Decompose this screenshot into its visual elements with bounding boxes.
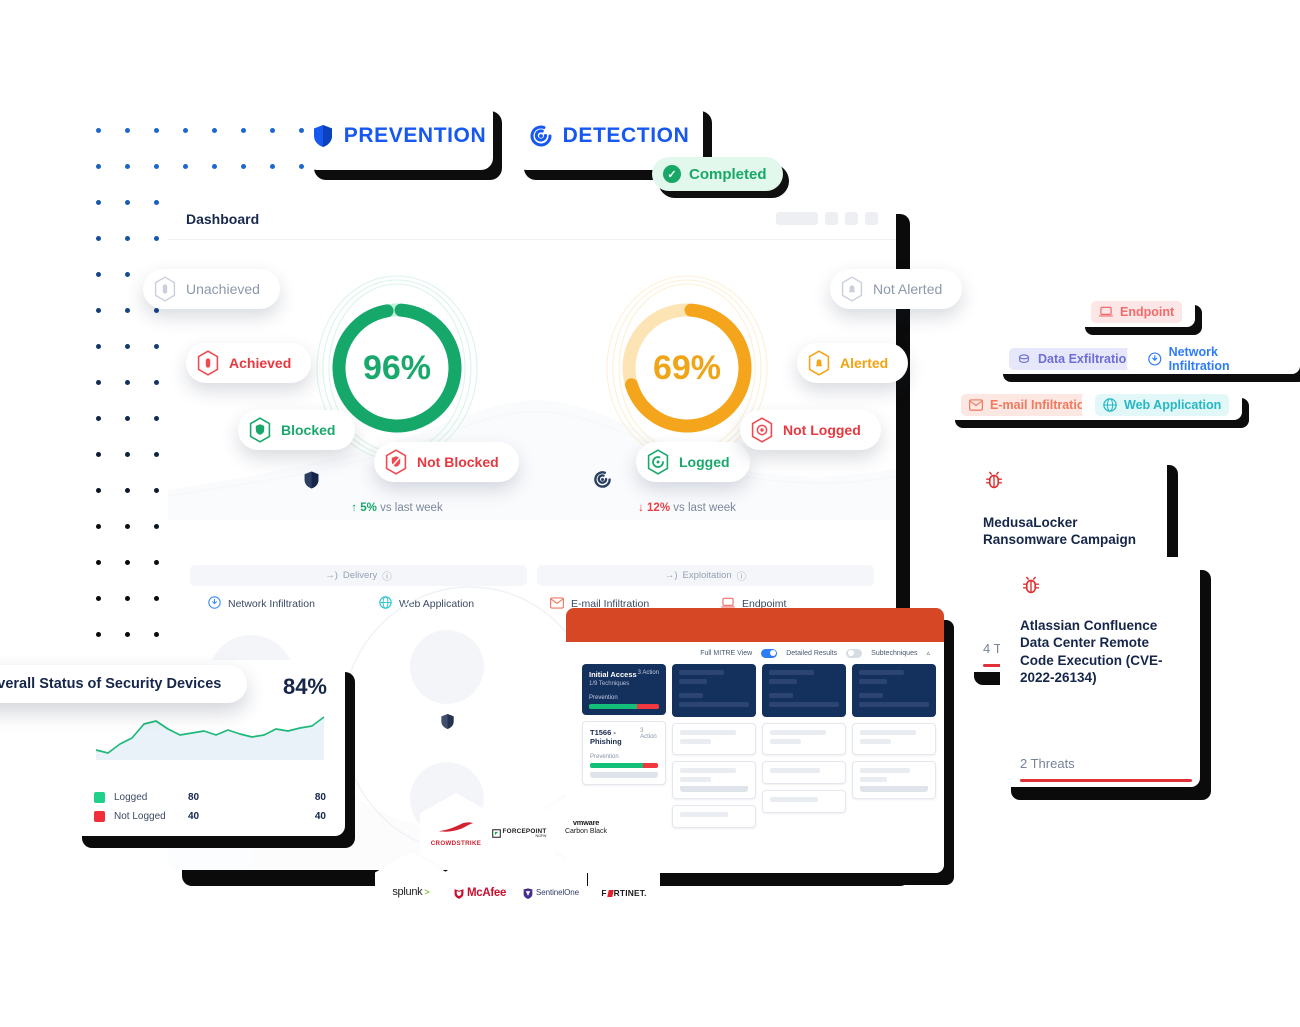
vendor-logo-splunk[interactable]: splunk > [375, 852, 447, 934]
vendor-name: vmware [572, 817, 600, 827]
vendor-logo-vmware-carbon-black[interactable]: vmware Carbon Black [550, 786, 622, 868]
sentinelone-mark-icon [523, 887, 533, 899]
vendor-sub: Carbon Black [564, 827, 608, 835]
mcafee-shield-icon [454, 888, 464, 899]
vendor-sub: NGFW [535, 834, 547, 839]
forcepoint-mark-icon [491, 829, 501, 839]
falcon-icon [438, 822, 474, 832]
vendor-name: splunk [392, 886, 423, 899]
vendor-name: McAfee [466, 886, 507, 899]
vendor-name: SentinelOne [536, 887, 579, 897]
vendor-logo-fortinet[interactable]: F RTINET. FORTINET [588, 852, 660, 934]
vendor-name: CROWDSTRIKE [430, 839, 482, 847]
vendor-logo-cluster: CROWDSTRIKE FORCEPOINT NGFW vmware Carbo… [0, 0, 1300, 1027]
screenshot-root: PREVENTION DETECTION ✓ Completed Dashboa… [0, 0, 1300, 1027]
splunk-chevron-icon: > [424, 887, 430, 898]
